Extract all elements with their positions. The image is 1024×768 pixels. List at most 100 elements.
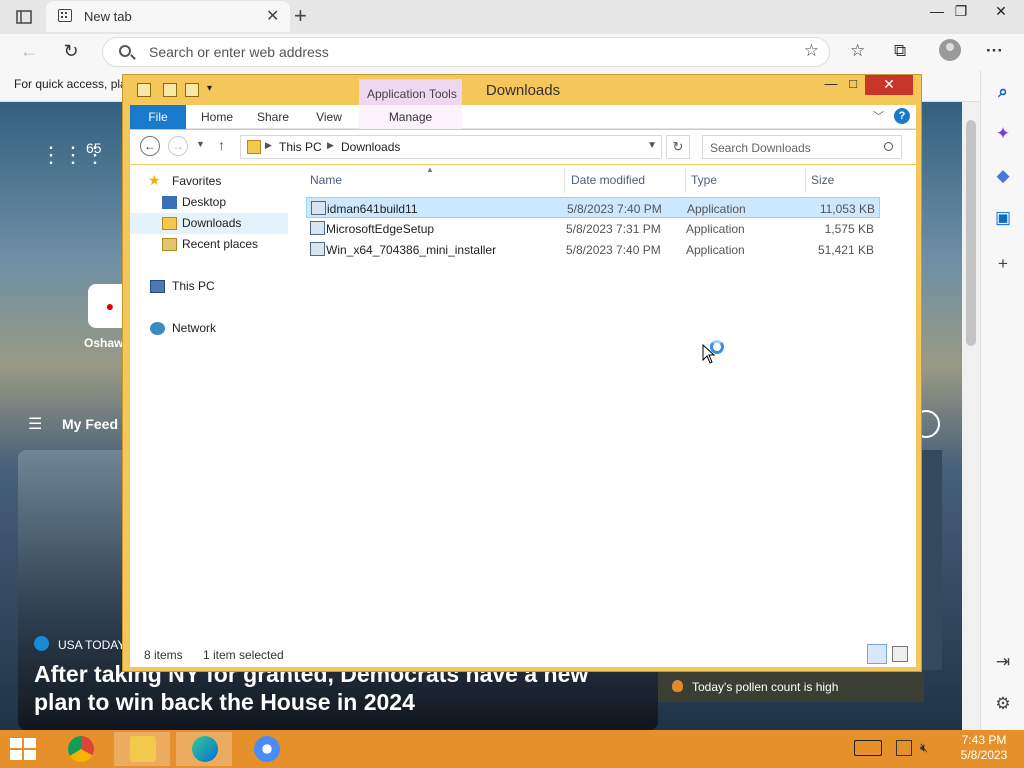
refresh-button[interactable]: ↻ (58, 40, 84, 64)
taskbar-file-explorer[interactable] (114, 732, 170, 766)
column-divider[interactable] (685, 167, 686, 193)
search-icon[interactable]: ⌕ (991, 80, 1015, 104)
keyboard-icon[interactable] (854, 740, 882, 756)
nav-recent-places[interactable]: Recent places (130, 234, 288, 255)
item-count: 8 items (144, 648, 183, 662)
collections-icon[interactable]: ⧉ (894, 41, 906, 61)
feed-tab[interactable]: My Feed (62, 416, 118, 432)
column-divider[interactable] (564, 167, 565, 193)
file-row[interactable]: idman641build11 5/8/2023 7:40 PM Applica… (306, 197, 880, 218)
file-type: Application (687, 202, 746, 216)
file-list: ▲ Name Date modified Type Size idman641b… (300, 165, 890, 641)
menu-icon[interactable]: ☰ (28, 414, 42, 434)
volume-muted-icon[interactable]: 🔇︎ (920, 740, 928, 756)
taskbar-chrome[interactable] (52, 732, 108, 766)
search-icon (119, 45, 131, 57)
application-icon (311, 201, 326, 215)
settings-more-button[interactable]: ··· (986, 41, 1003, 61)
window-controls: — □ ✕ (821, 75, 921, 97)
expand-ribbon-icon[interactable]: ﹀ (873, 108, 884, 124)
file-name: Win_x64_704386_mini_installer (326, 243, 497, 257)
tab-file[interactable]: File (130, 105, 186, 129)
windows-logo-icon (10, 738, 22, 748)
shopping-icon[interactable]: ◆ (991, 164, 1015, 188)
add-favorite-icon[interactable]: ☆ (804, 41, 819, 61)
address-dropdown-icon[interactable]: ▼ (647, 140, 657, 151)
explorer-window: ▾ Application Tools Downloads — □ ✕ File… (122, 74, 922, 672)
breadcrumb-downloads[interactable]: Downloads (341, 140, 400, 154)
hide-sidebar-icon[interactable]: ⇥ (991, 650, 1015, 674)
add-sidebar-app-icon[interactable]: + (991, 252, 1015, 276)
weather-widget[interactable]: 65 (86, 140, 102, 156)
tab-home[interactable]: Home (192, 105, 242, 129)
minimize-button[interactable]: — (821, 75, 841, 95)
maximize-button[interactable]: □ (843, 75, 863, 95)
nav-network-label: Network (172, 321, 217, 335)
search-icon (884, 142, 893, 151)
pollen-card[interactable]: Today's pollen count is high (658, 672, 924, 702)
breadcrumb-this-pc[interactable]: This PC (279, 140, 322, 154)
scrollbar-thumb[interactable] (966, 120, 976, 346)
help-icon[interactable]: ? (894, 108, 910, 124)
back-button[interactable]: ← (140, 136, 160, 156)
large-icons-view-icon[interactable] (892, 646, 908, 662)
browser-tab[interactable]: New tab ✕ (46, 1, 290, 32)
taskbar-chromium[interactable] (238, 732, 294, 766)
nav-this-pc[interactable]: This PC (130, 276, 288, 297)
folder-icon (130, 736, 156, 762)
column-size[interactable]: Size (811, 173, 834, 187)
network-icon (150, 322, 165, 335)
nav-favorites-label: Favorites (172, 174, 222, 188)
column-date-modified[interactable]: Date modified (571, 173, 645, 187)
tab-actions-button[interactable] (8, 6, 40, 28)
explorer-address-bar[interactable]: ▶ This PC ▶ Downloads ▼ (240, 135, 662, 159)
nav-downloads[interactable]: Downloads (130, 213, 288, 234)
computer-icon (150, 280, 165, 293)
gear-icon[interactable]: ⚙ (991, 692, 1015, 716)
tab-share[interactable]: Share (248, 105, 298, 129)
close-button[interactable]: ✕ (865, 75, 913, 95)
tab-close-button[interactable]: ✕ (266, 6, 279, 26)
back-button[interactable]: ← (16, 40, 42, 64)
start-button[interactable] (10, 738, 38, 760)
nav-favorites[interactable]: ★ Favorites (130, 171, 288, 192)
browser-tab-bar: New tab ✕ + — ❐ ✕ (0, 0, 1024, 34)
new-tab-button[interactable]: + (294, 3, 307, 29)
application-icon (310, 221, 325, 235)
nav-desktop-label: Desktop (182, 195, 227, 209)
clock[interactable]: 7:43 PM 5/8/2023 (954, 733, 1014, 763)
downloads-folder-icon (247, 140, 261, 154)
page-scrollbar[interactable] (962, 102, 980, 730)
breadcrumb-separator: ▶ (265, 140, 272, 150)
search-downloads-input[interactable]: Search Downloads (702, 135, 902, 159)
windows-logo-icon (10, 750, 22, 760)
profile-avatar[interactable] (939, 39, 961, 61)
file-date: 5/8/2023 7:40 PM (566, 243, 661, 257)
navigation-pane: ★ Favorites Desktop Downloads Recent pla… (130, 165, 290, 641)
nav-desktop[interactable]: Desktop (130, 192, 288, 213)
refresh-icon[interactable]: ↻ (666, 135, 690, 159)
restore-button[interactable]: ❐ (944, 0, 978, 24)
details-view-icon[interactable] (867, 644, 887, 664)
favorites-icon[interactable]: ☆ (850, 41, 865, 61)
column-name[interactable]: Name (310, 173, 342, 187)
copilot-icon[interactable]: ✦ (991, 122, 1015, 146)
tab-view[interactable]: View (304, 105, 354, 129)
file-row[interactable]: Win_x64_704386_mini_installer 5/8/2023 7… (306, 239, 880, 260)
windows-logo-icon (24, 750, 36, 760)
outlook-icon[interactable]: ▣ (991, 206, 1015, 230)
news-source-logo (34, 636, 49, 651)
tab-manage[interactable]: Manage (359, 105, 462, 129)
close-window-button[interactable]: ✕ (984, 0, 1018, 24)
column-divider[interactable] (805, 167, 806, 193)
file-row[interactable]: MicrosoftEdgeSetup 5/8/2023 7:31 PM Appl… (306, 218, 880, 239)
file-date: 5/8/2023 7:40 PM (567, 202, 662, 216)
recent-locations-icon[interactable]: ▼ (196, 139, 205, 149)
column-type[interactable]: Type (691, 173, 717, 187)
address-bar[interactable]: Search or enter web address ☆ (102, 37, 830, 67)
up-button[interactable]: ↑ (218, 137, 225, 153)
nav-network[interactable]: Network (130, 318, 288, 339)
network-icon[interactable] (896, 740, 912, 756)
forward-button[interactable]: → (168, 136, 188, 156)
taskbar-edge[interactable] (176, 732, 232, 766)
